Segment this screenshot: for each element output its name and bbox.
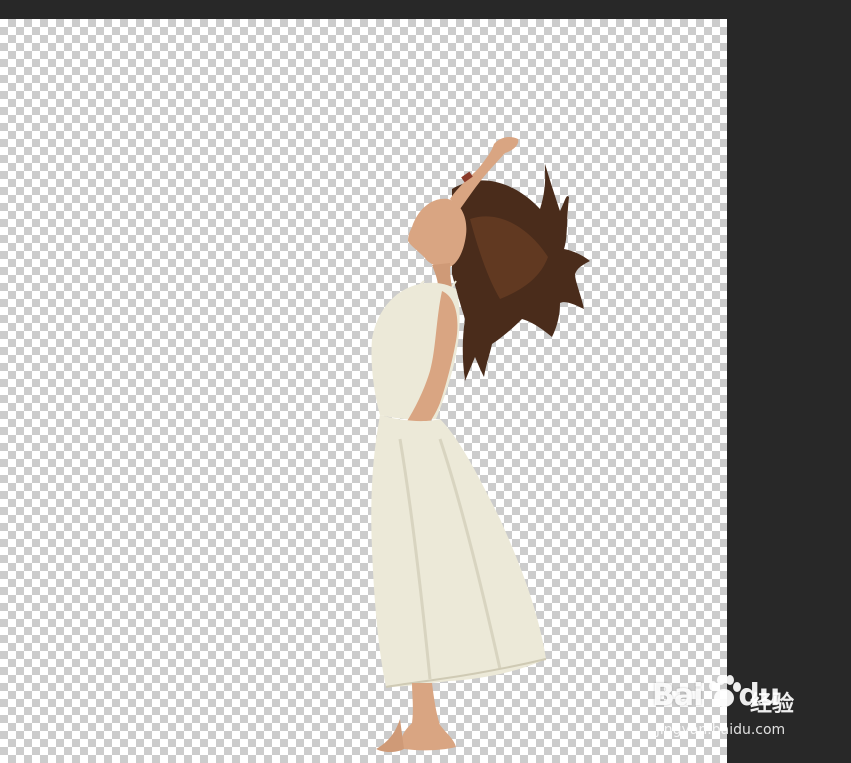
legs-feet bbox=[376, 683, 456, 752]
photoshop-workspace: Bai du 经验 jingyan.baidu.com bbox=[0, 0, 851, 763]
document-canvas[interactable] bbox=[0, 19, 727, 763]
cutout-figure-image bbox=[371, 136, 590, 752]
watermark-brand: 经验 bbox=[750, 692, 795, 717]
paw-icon bbox=[709, 675, 741, 707]
hair-shape bbox=[452, 164, 590, 381]
baidu-jingyan-watermark: Bai du 经验 jingyan.baidu.com bbox=[652, 672, 842, 752]
watermark-url: jingyan.baidu.com bbox=[656, 722, 786, 738]
dress-skirt bbox=[371, 415, 547, 688]
